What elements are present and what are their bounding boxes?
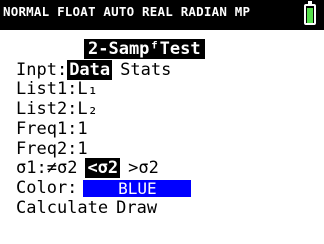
battery-level-fill: [307, 8, 313, 23]
color-row: Color: BLUE: [16, 178, 192, 198]
list2-value[interactable]: L₂: [77, 99, 97, 119]
input-option-data[interactable]: Data: [67, 60, 113, 80]
freq1-value[interactable]: 1: [77, 119, 87, 139]
battery-icon: [304, 1, 316, 25]
list2-label: List2:: [16, 99, 78, 119]
input-label: Inpt:: [16, 60, 68, 80]
calculator-screen: NORMAL FLOAT AUTO REAL RADIAN MP 2-Sampᶠ…: [0, 0, 324, 244]
input-row: Inpt: Data Stats: [16, 60, 171, 80]
sigma-option-greater[interactable]: >σ2: [128, 158, 159, 178]
alternative-hypothesis-row: σ1:≠σ2 <σ2 >σ2: [16, 158, 159, 178]
list1-label: List1:: [16, 79, 78, 99]
sigma-option-not-equal[interactable]: ≠σ2: [47, 158, 78, 178]
freq1-row[interactable]: Freq1:1: [16, 119, 88, 139]
freq2-row[interactable]: Freq2:1: [16, 139, 88, 159]
freq2-value[interactable]: 1: [77, 139, 87, 159]
draw-button[interactable]: Draw: [116, 198, 157, 218]
color-selector[interactable]: BLUE: [83, 179, 192, 197]
color-label: Color:: [16, 178, 78, 198]
actions-row: Calculate Draw: [16, 198, 157, 218]
screen-title: 2-SampᶠTest: [84, 39, 205, 59]
list1-row[interactable]: List1:L₁: [16, 79, 98, 99]
input-option-stats[interactable]: Stats: [120, 60, 171, 80]
list1-value[interactable]: L₁: [77, 79, 97, 99]
list2-row[interactable]: List2:L₂: [16, 99, 98, 119]
status-bar: NORMAL FLOAT AUTO REAL RADIAN MP: [0, 0, 324, 30]
freq2-label: Freq2:: [16, 139, 78, 159]
calculate-button[interactable]: Calculate: [16, 198, 108, 218]
sigma-label: σ1:: [16, 158, 47, 178]
title-row: 2-SampᶠTest: [84, 39, 205, 59]
freq1-label: Freq1:: [16, 119, 78, 139]
mode-status-text: NORMAL FLOAT AUTO REAL RADIAN MP: [3, 4, 251, 19]
sigma-option-less[interactable]: <σ2: [85, 158, 121, 178]
